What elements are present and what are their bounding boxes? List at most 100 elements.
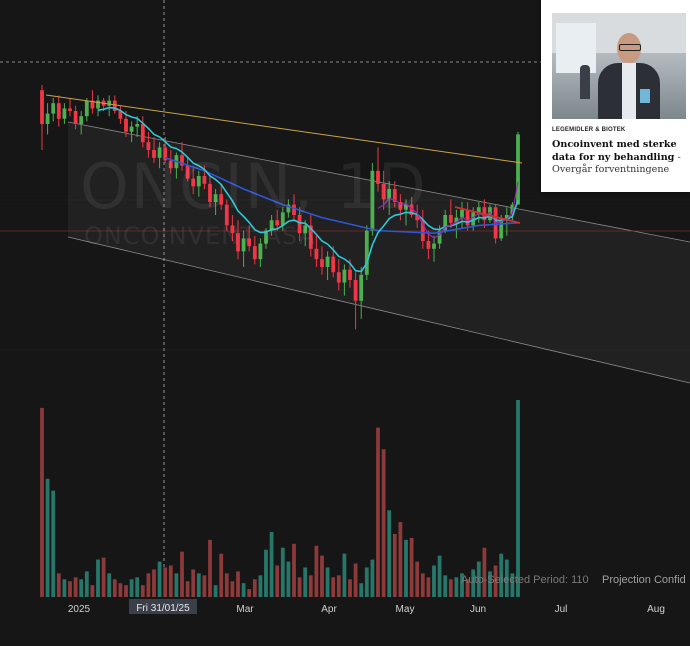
volume-bar bbox=[252, 579, 257, 597]
volume-bar bbox=[68, 581, 72, 597]
auto-period-label: Auto-Selected Period: 110 bbox=[461, 574, 589, 586]
volume-bar bbox=[56, 573, 61, 597]
volume-bar bbox=[241, 583, 246, 597]
volume-bar bbox=[62, 579, 67, 597]
candle-body bbox=[465, 209, 470, 226]
candle-body bbox=[124, 118, 128, 132]
volume-bar bbox=[45, 478, 50, 597]
candle-body bbox=[314, 248, 319, 260]
volume-bar bbox=[353, 563, 358, 597]
volume-bar bbox=[168, 565, 173, 597]
volume-bar bbox=[320, 555, 324, 597]
candle-body bbox=[516, 134, 520, 205]
time-axis-label: Aug bbox=[647, 604, 665, 615]
volume-bar bbox=[163, 567, 168, 597]
candle-body bbox=[325, 256, 330, 267]
volume-bar bbox=[303, 567, 308, 597]
volume-bar bbox=[213, 585, 218, 597]
volume-bar bbox=[236, 571, 240, 597]
volume-bar bbox=[73, 577, 78, 597]
company-watermark: ONCOINVENT ASA bbox=[84, 222, 316, 250]
volume-bar bbox=[286, 561, 291, 597]
man-in-suit-photo bbox=[552, 13, 686, 119]
volume-bar bbox=[129, 579, 134, 597]
time-axis-label: Jun bbox=[470, 604, 486, 615]
volume-bar bbox=[275, 565, 280, 597]
volume-bar bbox=[280, 547, 285, 597]
candle-body bbox=[426, 241, 431, 249]
candle-body bbox=[62, 108, 67, 119]
volume-bar bbox=[336, 575, 341, 597]
volume-bar bbox=[124, 585, 128, 597]
candle-body bbox=[342, 269, 347, 283]
volume-bar bbox=[135, 577, 140, 597]
volume-bar bbox=[258, 575, 263, 597]
volume-bar bbox=[454, 577, 459, 597]
headline-bold: Oncoinvent med sterke data for ny behand… bbox=[552, 139, 677, 163]
volume-bar bbox=[516, 400, 520, 597]
volume-bar bbox=[107, 573, 112, 597]
candle-body bbox=[359, 274, 364, 301]
volume-bar bbox=[101, 557, 106, 597]
symbol-watermark: ONCIN, 1D bbox=[80, 150, 428, 223]
volume-bar bbox=[152, 569, 156, 597]
volume-bar bbox=[90, 585, 95, 597]
candle-body bbox=[499, 220, 504, 239]
volume-bar bbox=[331, 577, 336, 597]
volume-bar bbox=[174, 573, 179, 597]
news-headline[interactable]: Oncoinvent med sterke data for ny behand… bbox=[552, 139, 686, 177]
volume-bar bbox=[112, 579, 117, 597]
candle-body bbox=[40, 90, 44, 124]
volume-bar bbox=[230, 581, 235, 597]
volume-bar bbox=[398, 522, 403, 597]
volume-bar bbox=[196, 573, 201, 597]
time-axis-background bbox=[0, 598, 690, 646]
volume-bar bbox=[84, 571, 89, 597]
volume-bar bbox=[140, 585, 145, 597]
candle-body bbox=[448, 215, 453, 223]
time-axis-label: May bbox=[396, 604, 415, 615]
candle-body bbox=[460, 209, 464, 218]
volume-bar bbox=[314, 545, 319, 597]
time-axis-label: Apr bbox=[321, 604, 337, 615]
volume-bar bbox=[224, 573, 229, 597]
volume-bar bbox=[185, 581, 190, 597]
candle-body bbox=[68, 108, 72, 111]
volume-bar bbox=[264, 549, 268, 597]
time-axis-label: Jul bbox=[555, 604, 568, 615]
candle-body bbox=[84, 100, 89, 117]
volume-bar bbox=[118, 583, 123, 597]
projection-label: Projection Confid bbox=[602, 574, 686, 586]
candle-body bbox=[336, 272, 341, 283]
volume-bar bbox=[51, 490, 56, 597]
time-axis-label: Mar bbox=[236, 604, 254, 615]
candle-body bbox=[140, 124, 145, 143]
volume-bar bbox=[482, 547, 487, 597]
news-card[interactable]: LEGEMIDLER & BIOTEK Oncoinvent med sterk… bbox=[541, 0, 690, 192]
volume-bar bbox=[157, 561, 162, 597]
volume-bar bbox=[297, 577, 302, 597]
candle-body bbox=[331, 256, 336, 273]
volume-bar bbox=[364, 567, 369, 597]
candle-body bbox=[320, 259, 324, 267]
volume-bar bbox=[387, 510, 392, 597]
volume-bar bbox=[420, 573, 425, 597]
volume-bars bbox=[40, 400, 520, 597]
volume-bar bbox=[426, 577, 431, 597]
volume-bar bbox=[146, 573, 151, 597]
volume-bar bbox=[404, 539, 408, 597]
candle-body bbox=[364, 230, 369, 275]
volume-bar bbox=[191, 569, 196, 597]
candle-body bbox=[73, 111, 78, 124]
volume-bar bbox=[247, 589, 252, 597]
volume-bar bbox=[342, 553, 347, 597]
volume-bar bbox=[437, 555, 442, 597]
volume-bar bbox=[180, 551, 184, 597]
candle-body bbox=[79, 116, 84, 124]
volume-bar bbox=[448, 579, 453, 597]
volume-bar bbox=[325, 567, 330, 597]
volume-bar bbox=[370, 559, 375, 597]
candle-body bbox=[107, 100, 112, 106]
volume-bar bbox=[443, 575, 448, 597]
candle-body bbox=[56, 103, 61, 119]
